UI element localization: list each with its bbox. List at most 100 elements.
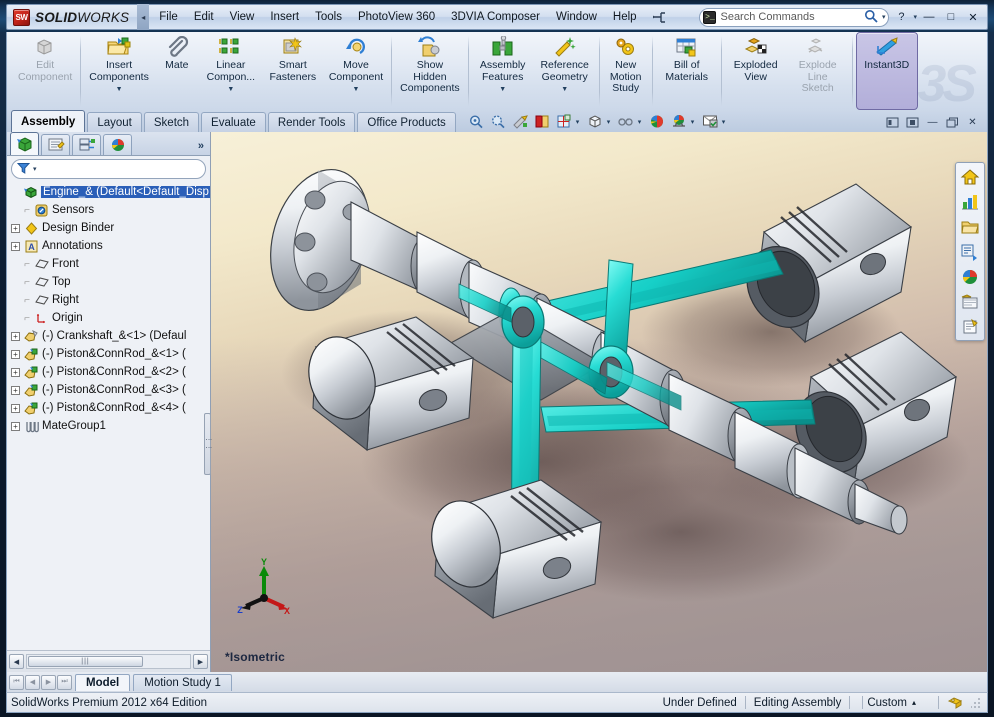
menu-item-tools[interactable]: Tools	[307, 8, 350, 26]
help-dropdown-arrow[interactable]: ▾	[913, 13, 917, 21]
property-manager-tab[interactable]	[41, 134, 70, 155]
section-view-icon[interactable]	[532, 112, 553, 131]
tab-layout[interactable]: Layout	[87, 112, 142, 132]
ribbon-button-explode-line-sketch[interactable]: Explode Line Sketch	[787, 32, 849, 110]
tree-filter-input[interactable]: ▾	[11, 159, 206, 179]
scroll-right-button[interactable]: ▶	[193, 654, 208, 669]
edit-appearance-icon[interactable]	[647, 112, 668, 131]
tree-item-mategroup1[interactable]: + MateGroup1	[9, 417, 210, 435]
bottom-tab-motion-study-1[interactable]: Motion Study 1	[133, 673, 232, 691]
last-tab-button[interactable]: ⏭	[57, 674, 72, 690]
hide-show-items-icon[interactable]	[616, 112, 637, 131]
expander-crankshaft[interactable]: +	[11, 331, 20, 341]
menu-item-3dvia-composer[interactable]: 3DVIA Composer	[443, 8, 548, 26]
panel-split-grip[interactable]: ⋮⋮	[204, 412, 212, 475]
expander-piston-connrod-2[interactable]: +	[11, 367, 20, 377]
hide-show-items-dropdown-arrow[interactable]: ▾	[638, 118, 646, 126]
apply-scene-dropdown-arrow[interactable]: ▾	[691, 118, 699, 126]
file-explorer-icon[interactable]	[957, 240, 983, 263]
tree-item-piston-connrod-3[interactable]: + (-) Piston&ConnRod_&<3> (	[9, 381, 210, 399]
tree-item-front-plane[interactable]: ⌐ Front	[9, 255, 210, 273]
expander-piston-connrod-1[interactable]: +	[11, 349, 20, 359]
tree-item-origin[interactable]: ⌐ Origin	[9, 309, 210, 327]
previous-tab-button[interactable]: ◀	[25, 674, 40, 690]
filter-dropdown-arrow[interactable]: ▾	[33, 165, 37, 173]
view-setting-icon[interactable]	[700, 112, 721, 131]
ribbon-button-mate[interactable]: Mate	[154, 32, 200, 110]
scroll-track[interactable]: |||	[26, 654, 191, 669]
tree-item-design-binder[interactable]: + Design Binder	[9, 219, 210, 237]
move-component-dropdown-arrow[interactable]: ▼	[353, 84, 360, 96]
close-document-icon[interactable]: ✕	[964, 115, 981, 130]
menu-item-window[interactable]: Window	[548, 8, 605, 26]
tab-render-tools[interactable]: Render Tools	[267, 112, 356, 132]
tab-office-products[interactable]: Office Products	[357, 112, 456, 132]
menu-item-insert[interactable]: Insert	[262, 8, 307, 26]
tile-horizontally-icon[interactable]	[884, 115, 901, 130]
restore-document-icon[interactable]	[944, 115, 961, 130]
engine-assembly-model[interactable]	[211, 132, 987, 672]
feature-manager-tab[interactable]	[10, 132, 39, 155]
pin-icon[interactable]	[651, 9, 669, 25]
scroll-left-button[interactable]: ◀	[9, 654, 24, 669]
tree-item-engine-assembly[interactable]: Engine_& (Default<Default_Disp	[9, 183, 210, 201]
zoom-to-fit-icon[interactable]	[466, 112, 487, 131]
expander-piston-connrod-4[interactable]: +	[11, 403, 20, 413]
tab-sketch[interactable]: Sketch	[143, 112, 200, 132]
ribbon-button-bill-of-materials[interactable]: Bill of Materials	[656, 32, 718, 110]
menu-item-edit[interactable]: Edit	[186, 8, 222, 26]
appearances-scenes-icon[interactable]	[957, 290, 983, 313]
resize-grip[interactable]	[971, 696, 983, 709]
apply-scene-icon[interactable]	[669, 112, 690, 131]
tag-icon[interactable]	[947, 696, 963, 710]
graphics-viewport[interactable]: Y X Z *Isometric	[211, 132, 987, 672]
ribbon-button-instant3d[interactable]: Instant3D	[855, 32, 918, 110]
tree-item-top-plane[interactable]: ⌐ Top	[9, 273, 210, 291]
home-view-icon[interactable]	[957, 165, 983, 188]
expander-piston-connrod-3[interactable]: +	[11, 385, 20, 395]
more-tabs-button[interactable]: »	[198, 140, 204, 155]
menu-collapse-handle[interactable]: ◂	[137, 4, 150, 30]
bottom-tab-model[interactable]: Model	[75, 673, 131, 691]
tree-item-piston-connrod-1[interactable]: + (-) Piston&ConnRod_&<1> (	[9, 345, 210, 363]
tab-evaluate[interactable]: Evaluate	[201, 112, 266, 132]
tile-vertically-icon[interactable]	[904, 115, 921, 130]
ribbon-button-assembly-features[interactable]: Assembly Features ▼	[472, 32, 534, 110]
status-units[interactable]: Custom	[867, 697, 907, 709]
minimize-document-icon[interactable]: —	[924, 115, 941, 130]
ribbon-button-new-motion-study[interactable]: New Motion Study	[603, 32, 649, 110]
tree-item-crankshaft[interactable]: + (-) Crankshaft_&<1> (Defaul	[9, 327, 210, 345]
first-tab-button[interactable]: ⏮	[9, 674, 24, 690]
expander-annotations[interactable]: +	[11, 241, 20, 251]
tree-horizontal-scrollbar[interactable]: ◀ ||| ▶	[7, 650, 210, 672]
previous-view-icon[interactable]	[510, 112, 531, 131]
expander-mategroup1[interactable]: +	[11, 421, 20, 431]
help-button[interactable]: ?	[891, 8, 911, 26]
view-setting-dropdown-arrow[interactable]: ▾	[722, 118, 730, 126]
view-palette-icon[interactable]	[957, 265, 983, 288]
ribbon-button-move-component[interactable]: Move Component ▼	[324, 32, 388, 110]
tree-item-piston-connrod-2[interactable]: + (-) Piston&ConnRod_&<2> (	[9, 363, 210, 381]
display-manager-tab[interactable]	[103, 134, 132, 155]
tree-item-sensors[interactable]: ⌐ Sensors	[9, 201, 210, 219]
status-units-arrow[interactable]: ▴	[912, 698, 916, 707]
tree-item-right-plane[interactable]: ⌐ Right	[9, 291, 210, 309]
ribbon-button-edit-component[interactable]: Edit Component	[13, 32, 77, 110]
search-icon[interactable]	[864, 9, 878, 26]
tree-item-annotations[interactable]: + A Annotations	[9, 237, 210, 255]
menu-item-file[interactable]: File	[151, 8, 186, 26]
tab-assembly[interactable]: Assembly	[11, 110, 86, 132]
solidworks-resources-icon[interactable]	[957, 190, 983, 213]
configuration-manager-tab[interactable]	[72, 134, 101, 155]
close-button[interactable]: ✕	[963, 9, 983, 25]
next-tab-button[interactable]: ▶	[41, 674, 56, 690]
display-style-icon[interactable]	[585, 112, 606, 131]
linear-pattern-dropdown-arrow[interactable]: ▼	[227, 84, 234, 96]
zoom-to-area-icon[interactable]	[488, 112, 509, 131]
menu-item-view[interactable]: View	[222, 8, 263, 26]
ribbon-button-exploded-view[interactable]: Exploded View	[725, 32, 787, 110]
ribbon-button-linear-component-pattern[interactable]: Linear Compon... ▼	[200, 32, 262, 110]
ribbon-button-insert-components[interactable]: Insert Components ▼	[84, 32, 154, 110]
ribbon-button-show-hidden-components[interactable]: Show Hidden Components	[395, 32, 465, 110]
custom-properties-icon[interactable]	[957, 315, 983, 338]
